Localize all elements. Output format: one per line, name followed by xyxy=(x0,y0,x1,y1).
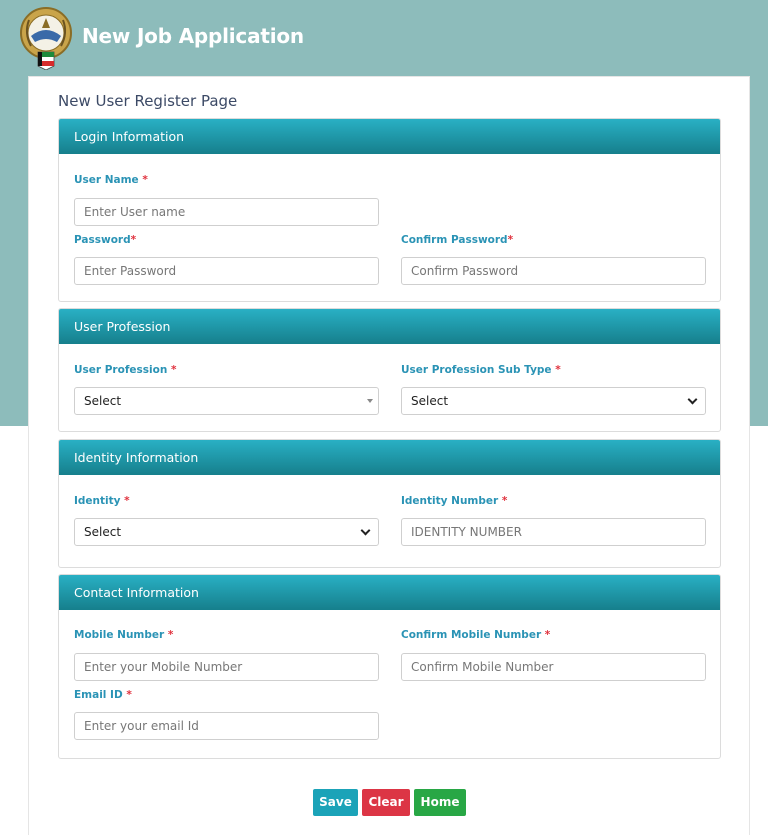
user-profession-panel: User Profession User Profession * Select… xyxy=(58,308,721,432)
emblem-logo-icon xyxy=(20,7,72,70)
username-input[interactable]: Enter User name xyxy=(74,198,379,226)
save-button[interactable]: Save xyxy=(313,789,358,816)
identity-number-label: Identity Number * xyxy=(401,495,508,507)
user-profession-heading: User Profession xyxy=(59,309,720,344)
user-profession-selected: Select xyxy=(84,394,122,408)
confirm-mobile-number-input[interactable]: Confirm Mobile Number xyxy=(401,653,706,681)
mobile-number-input[interactable]: Enter your Mobile Number xyxy=(74,653,379,681)
contact-information-heading: Contact Information xyxy=(59,575,720,610)
identity-number-input[interactable]: IDENTITY NUMBER xyxy=(401,518,706,546)
contact-information-panel: Contact Information Mobile Number * Ente… xyxy=(58,574,721,759)
home-button[interactable]: Home xyxy=(414,789,466,816)
user-profession-subtype-selected: Select xyxy=(411,394,449,408)
password-label: Password* xyxy=(74,234,137,246)
confirm-mobile-number-label: Confirm Mobile Number * xyxy=(401,629,551,641)
user-profession-select[interactable]: Select xyxy=(74,387,379,415)
identity-information-panel: Identity Information Identity * Select I… xyxy=(58,439,721,568)
username-label: User Name * xyxy=(74,174,148,186)
email-label: Email ID * xyxy=(74,689,132,701)
login-information-panel: Login Information User Name * Enter User… xyxy=(58,118,721,302)
clear-button[interactable]: Clear xyxy=(362,789,410,816)
login-information-heading: Login Information xyxy=(59,119,720,154)
password-input[interactable]: Enter Password xyxy=(74,257,379,285)
app-header: New Job Application xyxy=(0,0,768,76)
user-profession-label: User Profession * xyxy=(74,364,177,376)
caret-down-icon xyxy=(367,399,373,403)
user-profession-subtype-select[interactable]: Select xyxy=(401,387,706,415)
mobile-number-label: Mobile Number * xyxy=(74,629,174,641)
identity-label: Identity * xyxy=(74,495,130,507)
app-title: New Job Application xyxy=(82,24,304,48)
identity-select[interactable]: Select xyxy=(74,518,379,546)
chevron-down-icon xyxy=(687,394,698,405)
confirm-password-label: Confirm Password* xyxy=(401,234,514,246)
user-profession-subtype-label: User Profession Sub Type * xyxy=(401,364,561,376)
identity-information-heading: Identity Information xyxy=(59,440,720,475)
email-input[interactable]: Enter your email Id xyxy=(74,712,379,740)
identity-selected: Select xyxy=(84,525,122,539)
chevron-down-icon xyxy=(360,525,371,536)
register-card: New User Register Page Login Information… xyxy=(28,76,750,835)
page-title: New User Register Page xyxy=(58,92,238,110)
confirm-password-input[interactable]: Confirm Password xyxy=(401,257,706,285)
